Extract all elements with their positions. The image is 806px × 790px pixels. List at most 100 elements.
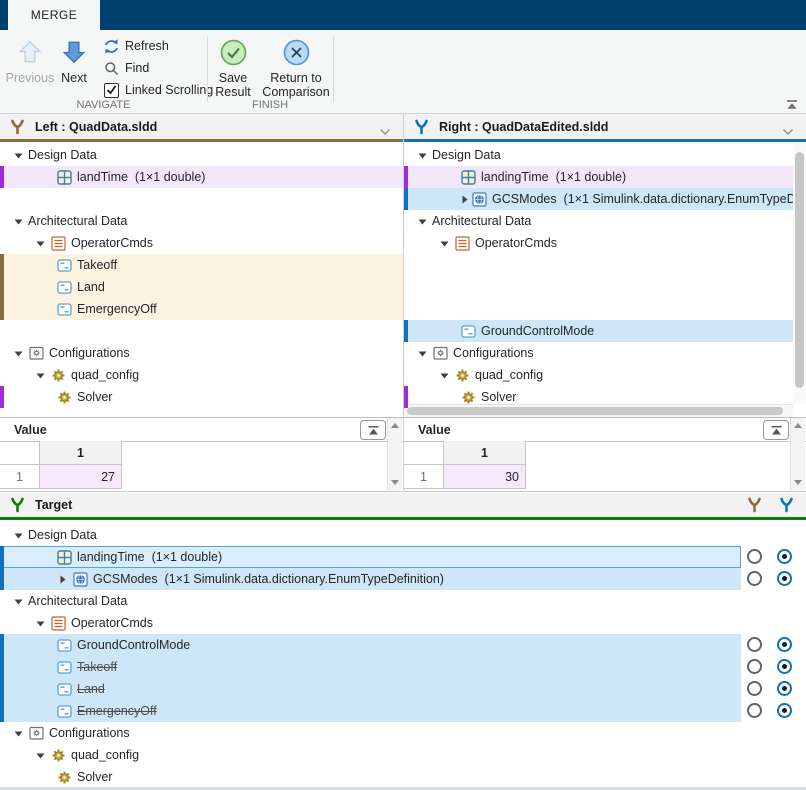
tree-row-label: Architectural Data bbox=[28, 214, 127, 228]
target-panel-accent bbox=[0, 517, 806, 520]
collapse-arrow-icon[interactable] bbox=[12, 151, 25, 160]
value-column-header: 1 bbox=[40, 441, 122, 465]
tree-row-label: landingTime (1×1 double) bbox=[481, 170, 626, 184]
tree-row-solver[interactable]: Solver bbox=[0, 386, 403, 408]
refresh-button[interactable]: Refresh bbox=[101, 35, 213, 57]
pick-left-radio[interactable] bbox=[747, 681, 762, 696]
tree-row-gcsmodes-1-1-simulink-data-dictionary-en[interactable]: GCSModes (1×1 Simulink.data.dictionary.E… bbox=[0, 568, 806, 590]
collapse-value-pane-button[interactable] bbox=[360, 420, 386, 440]
tree-row-label: Land bbox=[77, 280, 105, 294]
pick-left-radio[interactable] bbox=[747, 571, 762, 586]
tree-row-design-data[interactable]: Design Data bbox=[404, 144, 793, 166]
pick-left-radio[interactable] bbox=[747, 549, 762, 564]
tree-row-operatorcmds[interactable]: OperatorCmds bbox=[404, 232, 793, 254]
tree-row-landingtime-1-1-double[interactable]: landingTime (1×1 double) bbox=[0, 546, 806, 568]
collapse-arrow-icon[interactable] bbox=[34, 619, 47, 628]
collapse-arrow-icon[interactable] bbox=[12, 729, 25, 738]
tree-row-emergencyoff[interactable]: EmergencyOff bbox=[0, 298, 403, 320]
tree-row-landtime-1-1-double[interactable]: landTime (1×1 double) bbox=[0, 166, 403, 188]
pick-right-radio[interactable] bbox=[777, 703, 792, 718]
tree-row-solver[interactable]: Solver bbox=[404, 386, 793, 408]
tree-row-solver[interactable]: Solver bbox=[0, 766, 806, 788]
find-button[interactable]: Find bbox=[101, 57, 213, 79]
collapse-arrow-icon[interactable] bbox=[416, 217, 429, 226]
tree-row-gcsmodes-1-1-simulink-data-dictionary-en[interactable]: GCSModes (1×1 Simulink.data.dictionary.E… bbox=[404, 188, 793, 210]
finish-section-label: FINISH bbox=[207, 98, 333, 112]
tree-row-quad-config[interactable]: quad_config bbox=[404, 364, 793, 386]
right-tree: Design Data landingTime (1×1 double) GCSMo… bbox=[404, 144, 793, 408]
tree-row-emergencyoff[interactable]: EmergencyOff bbox=[0, 700, 806, 722]
pick-right-radio[interactable] bbox=[777, 637, 792, 652]
collapse-arrow-icon[interactable] bbox=[34, 239, 47, 248]
tree-row-quad-config[interactable]: quad_config bbox=[0, 364, 403, 386]
tree-row-takeoff[interactable]: Takeoff bbox=[0, 254, 403, 276]
tree-row-configurations[interactable]: Configurations bbox=[0, 722, 806, 744]
collapse-arrow-icon[interactable] bbox=[12, 217, 25, 226]
collapse-arrow-icon[interactable] bbox=[12, 349, 25, 358]
left-value-scrollbar[interactable] bbox=[387, 418, 402, 490]
right-panel-header[interactable]: Right : QuadDataEdited.sldd bbox=[404, 114, 806, 139]
scroll-down-icon[interactable] bbox=[391, 480, 399, 485]
collapse-arrow-icon[interactable] bbox=[416, 349, 429, 358]
collapse-arrow-icon[interactable] bbox=[34, 371, 47, 380]
merge-tool-window: MERGE Previous Next Refresh bbox=[0, 0, 806, 790]
tree-row-blank bbox=[404, 276, 793, 298]
pick-right-radio[interactable] bbox=[777, 659, 792, 674]
signal-icon bbox=[56, 705, 72, 718]
collapse-arrow-icon[interactable] bbox=[34, 751, 47, 760]
tree-row-configurations[interactable]: Configurations bbox=[0, 342, 403, 364]
return-to-comparison-button[interactable]: Return toComparison bbox=[261, 35, 331, 99]
pick-right-column-icon[interactable] bbox=[779, 497, 794, 513]
pick-left-radio[interactable] bbox=[747, 703, 762, 718]
right-value-scrollbar[interactable] bbox=[790, 418, 805, 490]
save-result-label: SaveResult bbox=[215, 71, 250, 99]
collapse-arrow-icon[interactable] bbox=[12, 531, 25, 540]
tree-row-architectural-data[interactable]: Architectural Data bbox=[404, 210, 793, 232]
expand-arrow-icon[interactable] bbox=[460, 195, 469, 204]
tree-row-land[interactable]: Land bbox=[0, 678, 806, 700]
previous-button[interactable]: Previous bbox=[4, 35, 56, 99]
right-tree-vertical-scrollbar[interactable] bbox=[793, 144, 806, 404]
collapse-arrow-icon[interactable] bbox=[438, 239, 451, 248]
tree-row-groundcontrolmode[interactable]: GroundControlMode bbox=[0, 634, 806, 656]
tree-row-label: landTime (1×1 double) bbox=[77, 170, 205, 184]
tree-row-design-data[interactable]: Design Data bbox=[0, 144, 403, 166]
collapse-arrow-icon[interactable] bbox=[12, 597, 25, 606]
collapse-value-pane-button[interactable] bbox=[763, 420, 789, 440]
tree-row-quad-config[interactable]: quad_config bbox=[0, 744, 806, 766]
target-panel-header[interactable]: Target bbox=[0, 493, 806, 517]
tree-row-operatorcmds[interactable]: OperatorCmds bbox=[0, 612, 806, 634]
save-result-button[interactable]: SaveResult bbox=[205, 35, 261, 99]
next-button[interactable]: Next bbox=[53, 35, 95, 99]
collapse-arrow-icon[interactable] bbox=[416, 151, 429, 160]
tree-row-operatorcmds[interactable]: OperatorCmds bbox=[0, 232, 403, 254]
pick-right-radio[interactable] bbox=[777, 571, 792, 586]
change-marker-bar bbox=[0, 568, 4, 590]
tree-row-design-data[interactable]: Design Data bbox=[0, 524, 806, 546]
tree-row-takeoff[interactable]: Takeoff bbox=[0, 656, 806, 678]
scroll-up-icon[interactable] bbox=[391, 423, 399, 428]
left-panel-header[interactable]: Left : QuadData.sldd bbox=[0, 114, 403, 139]
pick-left-radio[interactable] bbox=[747, 659, 762, 674]
tree-row-landingtime-1-1-double[interactable]: landingTime (1×1 double) bbox=[404, 166, 793, 188]
value-cell[interactable]: 27 bbox=[40, 465, 122, 489]
pick-left-column-icon[interactable] bbox=[747, 497, 762, 513]
scroll-up-icon[interactable] bbox=[794, 423, 802, 428]
tree-row-land[interactable]: Land bbox=[0, 276, 403, 298]
tree-row-label: Design Data bbox=[28, 148, 97, 162]
tree-row-architectural-data[interactable]: Architectural Data bbox=[0, 210, 403, 232]
pick-right-radio[interactable] bbox=[777, 549, 792, 564]
scroll-down-icon[interactable] bbox=[794, 480, 802, 485]
pick-right-radio[interactable] bbox=[777, 681, 792, 696]
collapse-arrow-icon[interactable] bbox=[438, 371, 451, 380]
value-cell[interactable]: 30 bbox=[444, 465, 526, 489]
tab-merge[interactable]: MERGE bbox=[8, 0, 100, 30]
pick-left-radio[interactable] bbox=[747, 637, 762, 652]
collapse-ribbon-button[interactable] bbox=[782, 98, 802, 112]
change-marker-bar bbox=[404, 166, 408, 188]
tree-row-configurations[interactable]: Configurations bbox=[404, 342, 793, 364]
tree-row-groundcontrolmode[interactable]: GroundControlMode bbox=[404, 320, 793, 342]
tree-row-architectural-data[interactable]: Architectural Data bbox=[0, 590, 806, 612]
tree-row-blank bbox=[404, 298, 793, 320]
expand-arrow-icon[interactable] bbox=[56, 575, 69, 584]
